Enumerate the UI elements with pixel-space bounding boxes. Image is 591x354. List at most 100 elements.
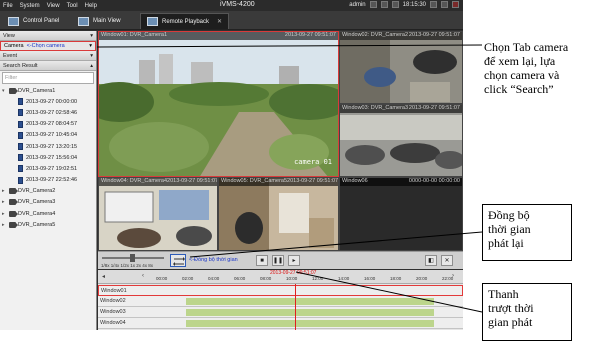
timeline-row[interactable]: Window01: [98, 285, 463, 296]
time-tick: 08:00: [260, 276, 272, 281]
record-file[interactable]: 2013-09-27 19:02:51: [0, 163, 96, 174]
chevron-up-icon: ▴: [90, 62, 93, 69]
tab-main-view[interactable]: Main View: [72, 13, 127, 29]
timeline-row[interactable]: Window03: [98, 307, 463, 318]
camera-name: DVR_Camera2: [18, 188, 56, 195]
menu-item[interactable]: View: [47, 3, 60, 9]
close-icon[interactable]: [452, 1, 459, 8]
tab-label: Remote Playback: [162, 18, 210, 25]
tab-close-icon[interactable]: ✕: [217, 18, 222, 25]
expand-icon[interactable]: ▸: [2, 222, 7, 228]
tutorial-figure: File System View Tool Help iVMS-4200 admin 1…: [0, 0, 591, 354]
timeline-row[interactable]: Window04: [98, 318, 463, 329]
record-time: 2013-09-27 22:52:46: [26, 177, 78, 184]
time-tick: 12:00: [312, 276, 324, 281]
playhead[interactable]: [295, 284, 296, 330]
record-file[interactable]: 2013-09-27 10:45:04: [0, 130, 96, 141]
speed-slider-thumb[interactable]: [130, 254, 135, 262]
menu-item[interactable]: File: [3, 3, 13, 9]
video-file-icon: [18, 154, 23, 162]
pause-button[interactable]: ❚❚: [272, 255, 284, 266]
chevron-down-icon: ▾: [90, 52, 93, 59]
lock-icon[interactable]: [369, 1, 377, 8]
sync-playback-button[interactable]: [170, 254, 186, 267]
ivms-window: File System View Tool Help iVMS-4200 admin 1…: [0, 0, 463, 330]
record-file[interactable]: 2013-09-27 00:00:00: [0, 96, 96, 107]
video-file-icon: [18, 120, 23, 128]
menu-items: File System View Tool Help: [0, 3, 97, 9]
menu-item[interactable]: Help: [85, 3, 97, 9]
record-file[interactable]: 2013-09-27 13:20:15: [0, 141, 96, 152]
record-file[interactable]: 2013-09-27 22:52:46: [0, 175, 96, 186]
alarm-icon[interactable]: [391, 1, 399, 8]
expand-icon[interactable]: ▸: [2, 199, 7, 205]
scroll-left-icon[interactable]: ◂: [102, 273, 105, 280]
record-time: 2013-09-27 10:45:04: [26, 132, 78, 139]
record-time: 2013-09-27 15:56:04: [26, 154, 78, 161]
record-time: 2013-09-27 00:00:00: [26, 98, 78, 105]
video-window-6[interactable]: Window06 0000-00-00 00:00:00: [339, 177, 463, 251]
menu-item[interactable]: System: [20, 3, 40, 9]
timeline-row[interactable]: Window02: [98, 296, 463, 307]
annotation-sync: Đồng bộ thời gian phát lại: [488, 208, 531, 250]
time-tick: 02:00: [182, 276, 194, 281]
search-result-header[interactable]: Search Result ▴: [0, 61, 96, 71]
maximize-icon[interactable]: [441, 1, 448, 8]
view-section-header[interactable]: View ▾: [0, 31, 96, 41]
expand-icon[interactable]: ▸: [2, 211, 7, 217]
tab-control-panel[interactable]: Control Panel: [2, 13, 65, 29]
record-time: 2013-09-27 08:04:57: [26, 121, 78, 128]
frame-forward-icon: ▸: [292, 258, 296, 264]
time-ruler[interactable]: ◂ ‹ › 2013-09-27 09:51:07 00:00 02:00 04:0…: [98, 270, 463, 284]
camera-node[interactable]: ▸ DVR_Camera4: [0, 208, 96, 219]
user-name[interactable]: admin: [349, 2, 365, 8]
camera-node[interactable]: ▸ DVR_Camera5: [0, 219, 96, 230]
settings-icon[interactable]: [380, 1, 388, 8]
capture-button[interactable]: ◧: [425, 255, 437, 266]
window-label: Window06 0000-00-00 00:00:00: [340, 178, 462, 186]
camera-stamp: camera 01: [294, 158, 332, 166]
time-tick: 20:00: [416, 276, 428, 281]
window-label: Window03: DVR_Camera3 2013-09-27 09:51:07: [340, 105, 462, 113]
video-window-3[interactable]: Window03: DVR_Camera3 2013-09-27 09:51:07: [339, 104, 463, 177]
time-tick: 16:00: [364, 276, 376, 281]
tab-label: Control Panel: [23, 18, 60, 24]
event-label: Event: [3, 52, 18, 59]
close-all-button[interactable]: ✕: [441, 255, 453, 266]
recording-bar[interactable]: [186, 320, 434, 327]
camera-icon: [9, 199, 18, 206]
tab-label: Main View: [93, 18, 121, 24]
status-area: admin 18:15:30: [349, 1, 459, 8]
scroll-left-icon[interactable]: ‹: [142, 273, 144, 279]
window-label: Window04: DVR_Camera4 2013-09-27 09:51:07: [99, 178, 217, 186]
record-file[interactable]: 2013-09-27 02:58:46: [0, 107, 96, 118]
camera-node[interactable]: ▸ DVR_Camera3: [0, 197, 96, 208]
expand-icon[interactable]: ▸: [2, 188, 7, 194]
record-file[interactable]: 2013-09-27 08:04:57: [0, 119, 96, 130]
record-file[interactable]: 2013-09-27 15:56:04: [0, 152, 96, 163]
event-section-header[interactable]: Event ▾: [0, 51, 96, 61]
recording-bar[interactable]: [186, 298, 434, 305]
collapse-icon[interactable]: ▾: [2, 88, 7, 94]
row-window-name: Window02: [100, 298, 126, 304]
camera-tab[interactable]: Camera <-Chọn camera ▾: [0, 41, 96, 51]
camera-node[interactable]: ▸ DVR_Camera2: [0, 186, 96, 197]
camera-label: Camera: [4, 43, 24, 49]
video-file-icon: [18, 109, 23, 117]
menu-item[interactable]: Tool: [67, 3, 78, 9]
camera3-scene: [340, 105, 462, 176]
stop-button[interactable]: ■: [256, 255, 268, 266]
video-window-1[interactable]: Window01: DVR_Camera1 2013-09-27 09:51:07…: [98, 31, 339, 177]
camera-node[interactable]: ▾ DVR_Camera1: [0, 85, 96, 96]
video-grid: Window01: DVR_Camera1 2013-09-27 09:51:07…: [98, 31, 463, 251]
recording-bar[interactable]: [186, 309, 434, 316]
video-window-4[interactable]: Window04: DVR_Camera4 2013-09-27 09:51:07: [98, 177, 218, 251]
minimize-icon[interactable]: [430, 1, 437, 8]
video-window-2[interactable]: Window02: DVR_Camera2 2013-09-27 09:51:07: [339, 31, 463, 104]
frame-forward-button[interactable]: ▸: [288, 255, 300, 266]
tab-remote-playback[interactable]: Remote Playback ✕: [140, 13, 230, 29]
video-window-5[interactable]: Window05: DVR_Camera5 2013-09-27 09:51:07: [218, 177, 339, 251]
window-label: Window01: DVR_Camera1 2013-09-27 09:51:07: [99, 32, 338, 40]
window-label: Window02: DVR_Camera2 2013-09-27 09:51:07: [340, 32, 462, 40]
filter-input[interactable]: Filter: [2, 72, 94, 84]
